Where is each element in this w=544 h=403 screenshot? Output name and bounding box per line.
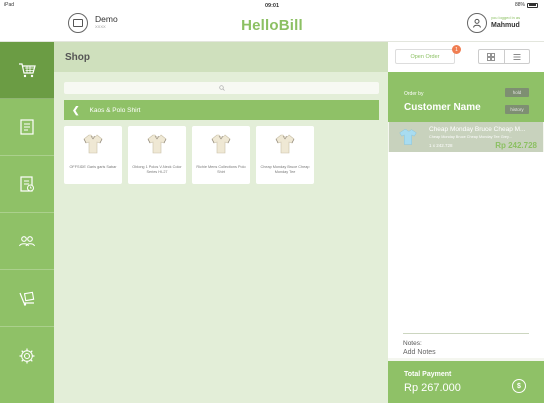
polo-shirt-icon [211,134,231,154]
battery-icon [527,2,538,8]
battery-percent: 88% [514,2,525,8]
total-label: Total Payment [404,371,452,378]
status-bar: iPad 09:01 88% [0,0,544,10]
product-name: Oblong 1 Polos V-Neck Color Series HI-27 [132,165,182,174]
notes-input[interactable]: Add Notes [403,349,436,356]
product-card[interactable]: OFFSIDE Garis garis Sabar [64,126,122,184]
view-toggle [478,49,530,64]
order-item-qty: 1 x 242.728 [429,143,453,148]
product-card[interactable]: Cheap Monday Bruce Cheap Monday Tee [256,126,314,184]
report-icon [20,176,34,192]
category-breadcrumb[interactable]: ❮ Kaos & Polo Shirt [64,100,379,120]
shop-header [54,42,388,72]
customer-name[interactable]: Customer Name [404,102,481,113]
open-order-count-badge: 1 [452,45,461,54]
status-time: 09:01 [264,3,280,9]
order-item-price: Rp 242.728 [495,141,537,150]
page-title: Shop [65,52,90,63]
grid-view-icon[interactable] [479,50,505,63]
sidebar-item-inventory[interactable] [0,270,54,327]
sidebar-item-settings[interactable] [0,327,54,384]
sidebar-item-receipts[interactable] [0,99,54,156]
shop-body [54,72,388,403]
customers-icon [18,236,36,247]
history-button[interactable]: history [505,105,529,114]
sidebar-item-customers[interactable] [0,213,54,270]
order-header [388,72,544,122]
user-subtitle: you logged in as [491,15,521,20]
polo-shirt-icon [147,134,167,154]
polo-shirt-icon [83,134,103,154]
user-avatar-icon[interactable] [467,13,487,33]
order-item[interactable]: Cheap Monday Bruce Cheap M... Cheap Mond… [389,122,543,152]
pay-icon[interactable]: $ [512,379,526,393]
product-name: OFFSIDE Garis garis Sabar [69,165,117,169]
user-name[interactable]: Mahmud [491,22,520,29]
app-title: HelloBill [241,17,303,34]
total-value: Rp 267.000 [404,382,461,394]
divider [403,333,529,334]
receipt-icon [20,119,34,135]
category-title: Kaos & Polo Shirt [89,106,141,114]
product-name: Cheap Monday Bruce Cheap Monday Tee [260,165,310,174]
inventory-icon [19,291,35,306]
product-name: Richie Mens Collections Polo Shirt [196,165,246,174]
cart-icon [19,63,36,78]
list-view-icon[interactable] [505,50,530,63]
settings-icon [19,348,35,363]
notes-label: Notes: [403,340,422,347]
order-item-title: Cheap Monday Bruce Cheap M... [429,126,526,133]
sidebar-item-cart[interactable] [0,42,54,99]
battery-status: 88% [515,2,538,8]
product-card[interactable]: Richie Mens Collections Polo Shirt [192,126,250,184]
open-order-button[interactable]: Open Order [395,49,455,64]
polo-shirt-icon [275,134,295,154]
product-card[interactable]: Oblong 1 Polos V-Neck Color Series HI-27 [128,126,186,184]
tshirt-icon [399,129,417,145]
order-by-label: Order by [404,91,424,97]
order-item-subtitle: Cheap Monday Bruce Cheap Monday Tee Grey… [429,135,512,139]
hold-button[interactable]: hold [505,88,529,97]
search-icon [218,85,225,91]
sidebar-item-reports[interactable] [0,156,54,213]
order-list [388,152,544,358]
sidebar [0,42,54,403]
search-input[interactable] [64,82,379,94]
chevron-left-icon[interactable]: ❮ [72,105,80,116]
